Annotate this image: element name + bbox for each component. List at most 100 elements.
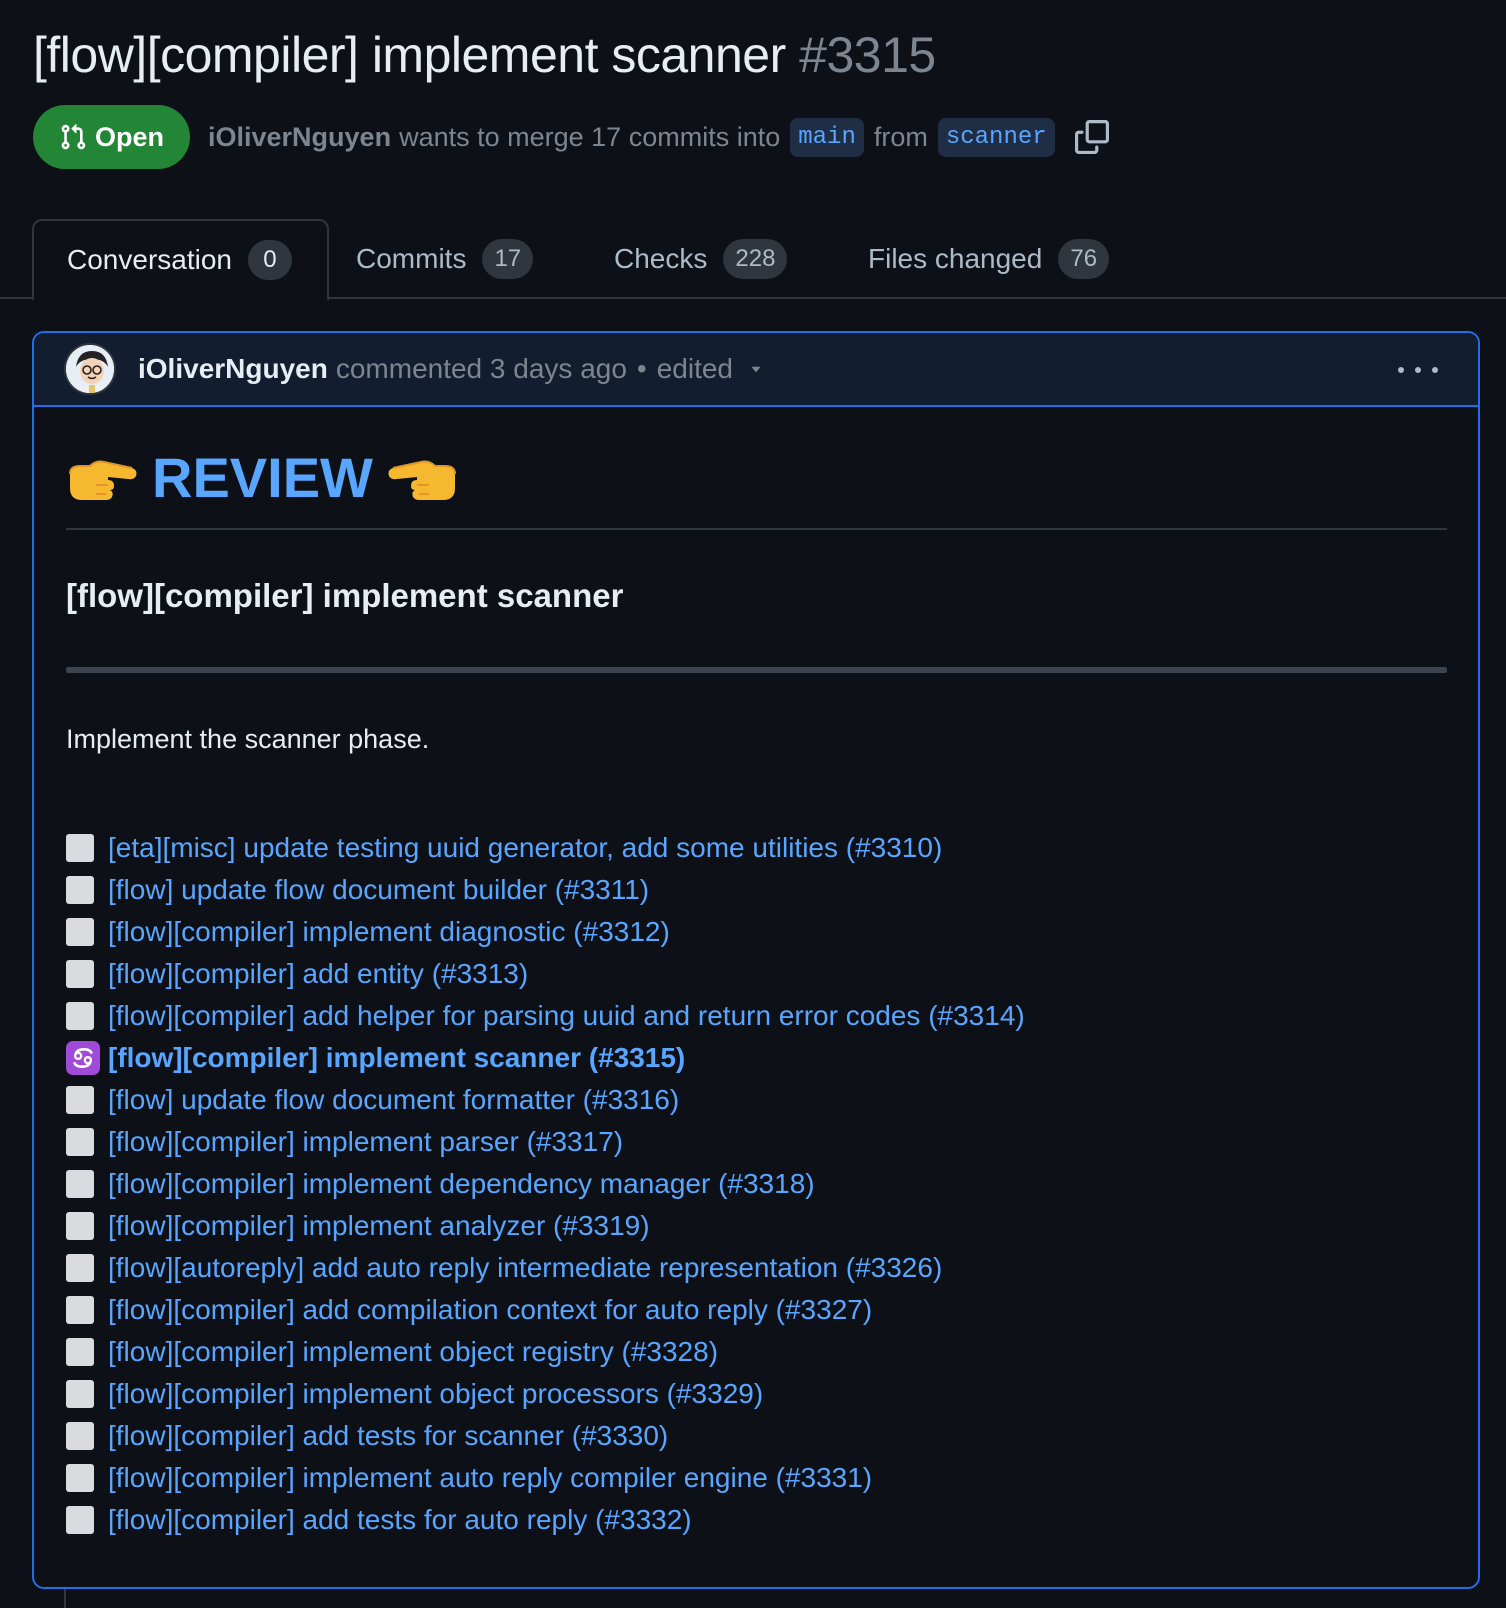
avatar[interactable] xyxy=(64,343,116,395)
stack-pr-item: [flow][compiler] add entity (#3313) xyxy=(66,953,1025,995)
comment-author-link[interactable]: iOliverNguyen xyxy=(138,353,328,385)
chevron-down-icon[interactable] xyxy=(747,360,765,378)
stack-pr-link[interactable]: [flow][compiler] implement object proces… xyxy=(108,1378,763,1410)
stack-pr-item: [flow] update flow document builder (#33… xyxy=(66,869,1025,911)
copy-icon[interactable] xyxy=(1074,120,1109,154)
cancer-zodiac-icon xyxy=(66,1041,100,1075)
tab-count: 228 xyxy=(723,239,788,279)
stack-pr-item: [flow][compiler] implement scanner (#331… xyxy=(66,1037,1025,1079)
stack-pr-link[interactable]: [flow] update flow document builder (#33… xyxy=(108,874,649,906)
white-square-icon xyxy=(66,1170,94,1198)
tab-files-changed[interactable]: Files changed 76 xyxy=(868,219,1110,299)
white-square-icon xyxy=(66,1506,94,1534)
white-square-icon xyxy=(66,1422,94,1450)
pointing-right-hand-icon xyxy=(69,460,137,500)
horizontal-rule xyxy=(66,667,1447,673)
stack-pr-link[interactable]: [flow][compiler] add tests for scanner (… xyxy=(108,1420,668,1452)
stack-pr-link[interactable]: [flow][compiler] implement dependency ma… xyxy=(108,1168,815,1200)
stack-pr-link[interactable]: [flow][compiler] add tests for auto repl… xyxy=(108,1504,692,1536)
stack-pr-item: [flow][compiler] implement auto reply co… xyxy=(66,1457,1025,1499)
pr-title: [flow][compiler] implement scanner #3315 xyxy=(33,26,936,84)
pr-merge-summary: iOliverNguyen wants to merge 17 commits … xyxy=(208,117,1109,157)
stack-pr-item: [flow][compiler] implement object regist… xyxy=(66,1331,1025,1373)
stack-pr-link[interactable]: [eta][misc] update testing uuid generato… xyxy=(108,832,942,864)
white-square-icon xyxy=(66,834,94,862)
white-square-icon xyxy=(66,960,94,988)
stack-pr-link[interactable]: [flow][compiler] implement auto reply co… xyxy=(108,1462,872,1494)
tab-count: 17 xyxy=(482,239,534,279)
white-square-icon xyxy=(66,1338,94,1366)
stack-pr-link[interactable]: [flow][compiler] add entity (#3313) xyxy=(108,958,528,990)
stack-pr-item: [flow][compiler] implement diagnostic (#… xyxy=(66,911,1025,953)
tab-count: 0 xyxy=(247,240,292,280)
tab-commits[interactable]: Commits 17 xyxy=(356,219,534,299)
merge-text: wants to merge 17 commits into xyxy=(399,121,781,152)
stack-pr-item: [flow][compiler] implement parser (#3317… xyxy=(66,1121,1025,1163)
white-square-icon xyxy=(66,918,94,946)
white-square-icon xyxy=(66,1086,94,1114)
white-square-icon xyxy=(66,1212,94,1240)
stack-pr-item: [flow][compiler] implement dependency ma… xyxy=(66,1163,1025,1205)
pr-state-badge: Open xyxy=(33,105,191,169)
heading-divider xyxy=(66,528,1447,530)
base-branch[interactable]: main xyxy=(790,117,864,157)
white-square-icon xyxy=(66,876,94,904)
pr-meta-row: Open iOliverNguyen wants to merge 17 com… xyxy=(33,105,1109,169)
white-square-icon xyxy=(66,1464,94,1492)
stack-pr-item: [flow][compiler] implement object proces… xyxy=(66,1373,1025,1415)
avatar-image xyxy=(66,345,114,393)
stack-pr-link[interactable]: [flow] update flow document formatter (#… xyxy=(108,1084,679,1116)
body-sub-heading: [flow][compiler] implement scanner xyxy=(66,577,624,614)
more-options-icon[interactable] xyxy=(1398,355,1438,385)
stack-pr-link[interactable]: [flow][compiler] add helper for parsing … xyxy=(108,1000,1025,1032)
review-heading: REVIEW xyxy=(66,445,459,510)
stack-pr-link[interactable]: [flow][compiler] implement object regist… xyxy=(108,1336,718,1368)
tab-label: Commits xyxy=(356,243,467,274)
git-pull-request-icon xyxy=(61,124,86,150)
pr-description-comment: iOliverNguyen commented 3 days ago • edi… xyxy=(32,331,1480,1589)
stack-pr-item: [flow][compiler] add tests for auto repl… xyxy=(66,1499,1025,1541)
dot-separator: • xyxy=(636,353,647,384)
stack-pr-item: [flow][compiler] add compilation context… xyxy=(66,1289,1025,1331)
comment-meta: iOliverNguyen commented 3 days ago • edi… xyxy=(138,353,765,385)
stack-pr-item: [flow] update flow document formatter (#… xyxy=(66,1079,1025,1121)
from-text: from xyxy=(873,121,928,152)
stack-pr-link[interactable]: [flow][compiler] implement diagnostic (#… xyxy=(108,916,670,948)
tab-label: Files changed xyxy=(868,243,1043,274)
tab-conversation[interactable]: Conversation 0 xyxy=(32,219,329,301)
pull-request-page: [flow][compiler] implement scanner #3315… xyxy=(0,0,1506,1608)
pr-author-link[interactable]: iOliverNguyen xyxy=(208,122,391,153)
stack-pr-link[interactable]: [flow][compiler] implement parser (#3317… xyxy=(108,1126,623,1158)
stack-pr-item: [flow][autoreply] add auto reply interme… xyxy=(66,1247,1025,1289)
pr-number: #3315 xyxy=(799,27,936,83)
stack-pr-item: [flow][compiler] add tests for scanner (… xyxy=(66,1415,1025,1457)
white-square-icon xyxy=(66,1380,94,1408)
timeline-line xyxy=(64,1589,66,1608)
stack-pr-link[interactable]: [flow][compiler] implement scanner (#331… xyxy=(108,1042,685,1074)
white-square-icon xyxy=(66,1002,94,1030)
stack-pr-item: [flow][compiler] implement analyzer (#33… xyxy=(66,1205,1025,1247)
comment-header: iOliverNguyen commented 3 days ago • edi… xyxy=(34,333,1478,407)
review-heading-text: REVIEW xyxy=(152,446,373,509)
white-square-icon xyxy=(66,1254,94,1282)
stacked-pr-list: [eta][misc] update testing uuid generato… xyxy=(66,827,1025,1541)
pointing-left-hand-icon xyxy=(388,460,456,500)
pr-tabs: Conversation 0 Commits 17 Checks 228 Fil… xyxy=(0,219,1506,301)
tab-label: Conversation xyxy=(67,244,232,275)
tab-count: 76 xyxy=(1058,239,1110,279)
stack-pr-item: [flow][compiler] add helper for parsing … xyxy=(66,995,1025,1037)
white-square-icon xyxy=(66,1128,94,1156)
pr-title-text: [flow][compiler] implement scanner xyxy=(33,27,786,83)
stack-pr-link[interactable]: [flow][autoreply] add auto reply interme… xyxy=(108,1252,942,1284)
stack-pr-link[interactable]: [flow][compiler] implement analyzer (#33… xyxy=(108,1210,650,1242)
edited-label[interactable]: edited xyxy=(657,353,733,385)
tab-label: Checks xyxy=(614,243,708,274)
stack-pr-link[interactable]: [flow][compiler] add compilation context… xyxy=(108,1294,872,1326)
tab-checks[interactable]: Checks 228 xyxy=(614,219,788,299)
pr-state-label: Open xyxy=(95,121,165,152)
head-branch[interactable]: scanner xyxy=(937,117,1055,157)
comment-timestamp[interactable]: commented 3 days ago xyxy=(336,353,627,385)
stack-pr-item: [eta][misc] update testing uuid generato… xyxy=(66,827,1025,869)
pr-description-text: Implement the scanner phase. xyxy=(66,724,430,754)
white-square-icon xyxy=(66,1296,94,1324)
